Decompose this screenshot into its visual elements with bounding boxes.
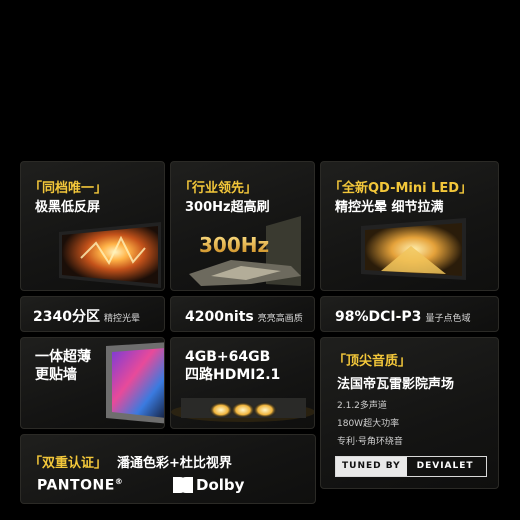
dolby-text: Dolby (196, 476, 245, 494)
racing-car-image: 300Hz (189, 216, 301, 286)
card-qd-mini-led: 「全新QD-Mini LED」 精控光晕 细节拉满 (320, 161, 499, 291)
card-ultra-thin: 一体超薄 更贴墙 (20, 337, 165, 429)
stat-label: 亮亮高画质 (257, 314, 303, 324)
card-title: 潘通色彩+杜比视界 (117, 456, 232, 471)
stat-value: 4200nits (185, 309, 254, 325)
stat-label: 量子点色域 (425, 314, 471, 324)
card-line-2: 更贴墙 (35, 367, 77, 383)
card-anti-glare-screen: 「同档唯一」 极黑低反屏 (20, 161, 165, 291)
tv-fire-image (59, 222, 161, 288)
stat-value: 2340分区 (33, 309, 100, 325)
spec-power: 180W超大功率 (337, 419, 400, 429)
card-tag: 「同档唯一」 (29, 181, 108, 196)
card-tag: 「行业领先」 (179, 181, 258, 196)
card-title: 法国帝瓦雷影院声场 (337, 377, 455, 392)
dolby-logo: Dolby (173, 476, 244, 494)
pantone-logo: PANTONE® (37, 477, 124, 494)
card-title: 精控光晕 细节拉满 (335, 200, 444, 215)
card-devialet-sound: 「顶尖音质」 法国帝瓦雷影院声场 2.1.2多声道 180W超大功率 专利·号角… (320, 337, 499, 489)
card-memory-hdmi: 4GB+64GB 四路HDMI2.1 (170, 337, 315, 429)
card-stat-brightness: 4200nits 亮亮高画质 (170, 296, 315, 332)
badge-devialet: DEVIALET (416, 461, 474, 471)
300hz-graphic-text: 300Hz (199, 233, 269, 257)
card-tag: 「全新QD-Mini LED」 (329, 181, 473, 196)
devialet-badge: TUNED BY DEVIALET (335, 456, 487, 477)
thin-tv-image (106, 342, 164, 424)
card-stat-color-gamut: 98%DCI-P3 量子点色域 (320, 296, 499, 332)
badge-tuned-by: TUNED BY (336, 457, 407, 476)
stat-value: 98%DCI-P3 (335, 309, 422, 325)
mini-led-image (361, 218, 466, 280)
card-title: 300Hz超高刷 (185, 200, 270, 215)
card-line-1: 一体超薄 (35, 349, 91, 365)
card-300hz-refresh: 「行业领先」 300Hz超高刷 300Hz (170, 161, 315, 291)
stat-label: 精控光晕 (103, 314, 140, 324)
card-tag: 「双重认证」 (29, 456, 108, 471)
hdmi-ports-image (171, 398, 314, 422)
spec-channels: 2.1.2多声道 (337, 401, 387, 411)
card-line-1: 4GB+64GB (185, 349, 271, 365)
card-stat-zones: 2340分区 精控光晕 (20, 296, 165, 332)
dolby-double-d-icon (173, 477, 193, 493)
card-line-2: 四路HDMI2.1 (185, 367, 281, 383)
card-certification: 「双重认证」 潘通色彩+杜比视界 PANTONE® Dolby (20, 434, 316, 504)
card-tag: 「顶尖音质」 (333, 354, 412, 369)
spec-patent: 专利·号角环绕音 (337, 437, 403, 447)
card-title: 极黑低反屏 (35, 200, 101, 215)
